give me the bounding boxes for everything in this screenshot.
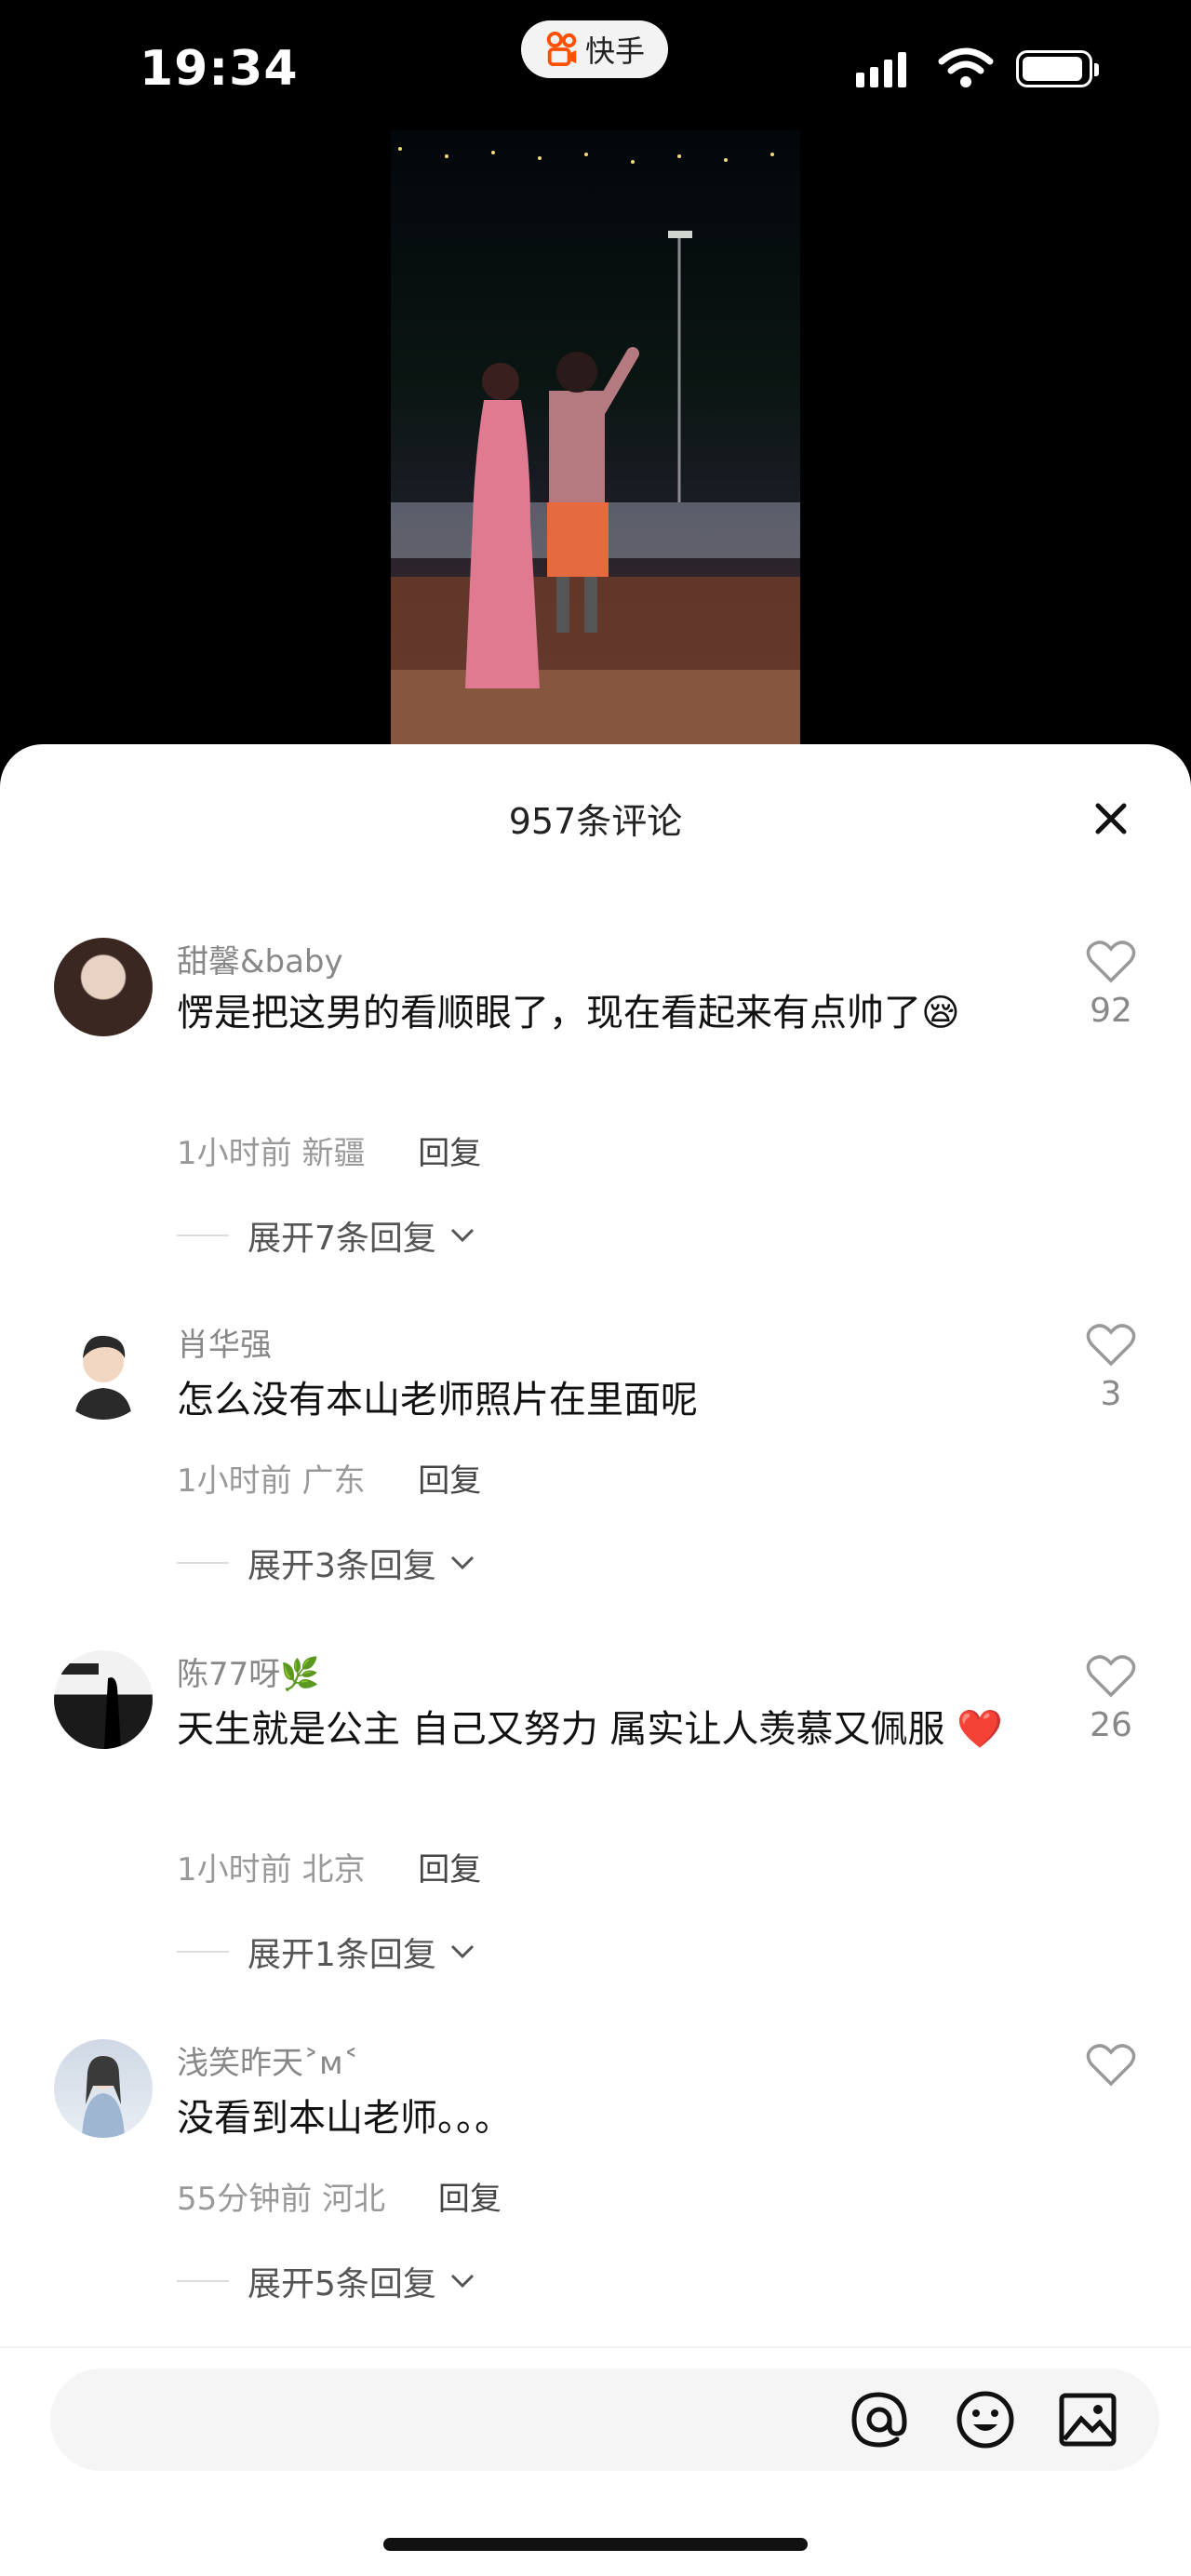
signal-icon xyxy=(856,52,906,87)
expand-replies-label: 展开1条回复 xyxy=(248,1936,436,1974)
battery-icon xyxy=(1016,50,1099,87)
comments-count-title: 957条评论 xyxy=(508,801,683,842)
avatar[interactable] xyxy=(54,2039,153,2138)
like-count: 92 xyxy=(1090,992,1132,1030)
like-button[interactable]: 3 xyxy=(1081,1323,1141,1413)
comment-meta: 1小时前 新疆 回复 xyxy=(177,1128,481,1173)
avatar-illustration xyxy=(82,2056,125,2138)
comment-text: 天生就是公主 自己又努力 属实让人羡慕又佩服 ❤️ xyxy=(177,1708,1003,1751)
comment-time: 1小时前 xyxy=(177,1462,292,1500)
comment-username[interactable]: 肖华强 xyxy=(177,1319,272,1365)
avatar-illustration xyxy=(61,1663,121,1749)
kuaishou-logo-icon xyxy=(546,32,577,67)
comments-sheet: 957条评论 甜馨&baby 愣是把这男的看顺眼了，现在看起来有点帅了😪 1小时… xyxy=(0,744,1191,2576)
chevron-down-icon xyxy=(450,2274,474,2289)
expand-replies-button[interactable]: 展开1条回复 xyxy=(177,1928,475,1976)
comment-username[interactable]: 浅笑昨天˃ᴍ˂ xyxy=(177,2037,359,2083)
avatar[interactable] xyxy=(54,1321,153,1420)
heart-icon xyxy=(1086,941,1136,983)
avatar-illustration xyxy=(74,1335,132,1420)
expand-replies-button[interactable]: 展开3条回复 xyxy=(177,1539,475,1587)
app-indicator[interactable]: 快手 xyxy=(521,20,668,78)
comment-location: 河北 xyxy=(322,2181,386,2218)
like-count: 3 xyxy=(1100,1375,1122,1413)
chevron-down-icon xyxy=(450,1228,474,1243)
like-button[interactable]: 92 xyxy=(1081,940,1141,1030)
status-time: 19:34 xyxy=(140,41,299,97)
expand-replies-label: 展开5条回复 xyxy=(248,2265,436,2303)
wifi-icon xyxy=(938,47,994,87)
like-button[interactable] xyxy=(1081,2043,1141,2095)
avatar[interactable] xyxy=(54,1650,153,1749)
comment-location: 北京 xyxy=(301,1851,366,1889)
at-icon[interactable] xyxy=(847,2387,912,2452)
comment-location: 广东 xyxy=(301,1462,366,1500)
like-count: 26 xyxy=(1090,1706,1132,1744)
reply-button[interactable]: 回复 xyxy=(418,1135,481,1172)
heart-icon xyxy=(1086,1324,1136,1367)
reply-button[interactable]: 回复 xyxy=(418,1462,481,1500)
comment-meta: 1小时前 广东 回复 xyxy=(177,1455,481,1501)
video-frame xyxy=(391,147,800,749)
expand-replies-label: 展开7条回复 xyxy=(248,1220,436,1258)
close-icon[interactable] xyxy=(1094,802,1128,835)
comment-meta: 1小时前 北京 回复 xyxy=(177,1844,481,1889)
comment-time: 1小时前 xyxy=(177,1135,292,1172)
avatar[interactable] xyxy=(54,938,153,1036)
expand-replies-button[interactable]: 展开5条回复 xyxy=(177,2257,475,2305)
app-name: 快手 xyxy=(584,33,645,69)
emoji-icon[interactable] xyxy=(953,2387,1018,2452)
chevron-down-icon xyxy=(450,1944,474,1959)
comment-text: 没看到本山老师。。。 xyxy=(177,2097,512,2140)
expand-replies-button[interactable]: 展开7条回复 xyxy=(177,1211,475,1260)
comment-time: 55分钟前 xyxy=(177,2181,313,2218)
comment-username[interactable]: 甜馨&baby xyxy=(177,936,343,981)
comment-text: 愣是把这男的看顺眼了，现在看起来有点帅了😪 xyxy=(177,992,960,1034)
reply-button[interactable]: 回复 xyxy=(418,1851,481,1889)
heart-icon xyxy=(1086,2044,1136,2087)
heart-icon xyxy=(1086,1655,1136,1698)
comment-text: 怎么没有本山老师照片在里面呢 xyxy=(177,1379,698,1421)
home-indicator[interactable] xyxy=(383,2538,808,2551)
reply-button[interactable]: 回复 xyxy=(438,2181,502,2218)
comment-meta: 55分钟前 河北 回复 xyxy=(177,2173,502,2219)
like-button[interactable]: 26 xyxy=(1081,1654,1141,1744)
expand-replies-label: 展开3条回复 xyxy=(248,1547,436,1585)
chevron-down-icon xyxy=(450,1555,474,1570)
image-icon[interactable] xyxy=(1055,2387,1120,2452)
video-preview[interactable] xyxy=(391,130,800,749)
comment-location: 新疆 xyxy=(301,1135,366,1172)
comment-username[interactable]: 陈77呀🌿 xyxy=(177,1648,320,1694)
comment-time: 1小时前 xyxy=(177,1851,292,1889)
divider xyxy=(0,2346,1191,2348)
